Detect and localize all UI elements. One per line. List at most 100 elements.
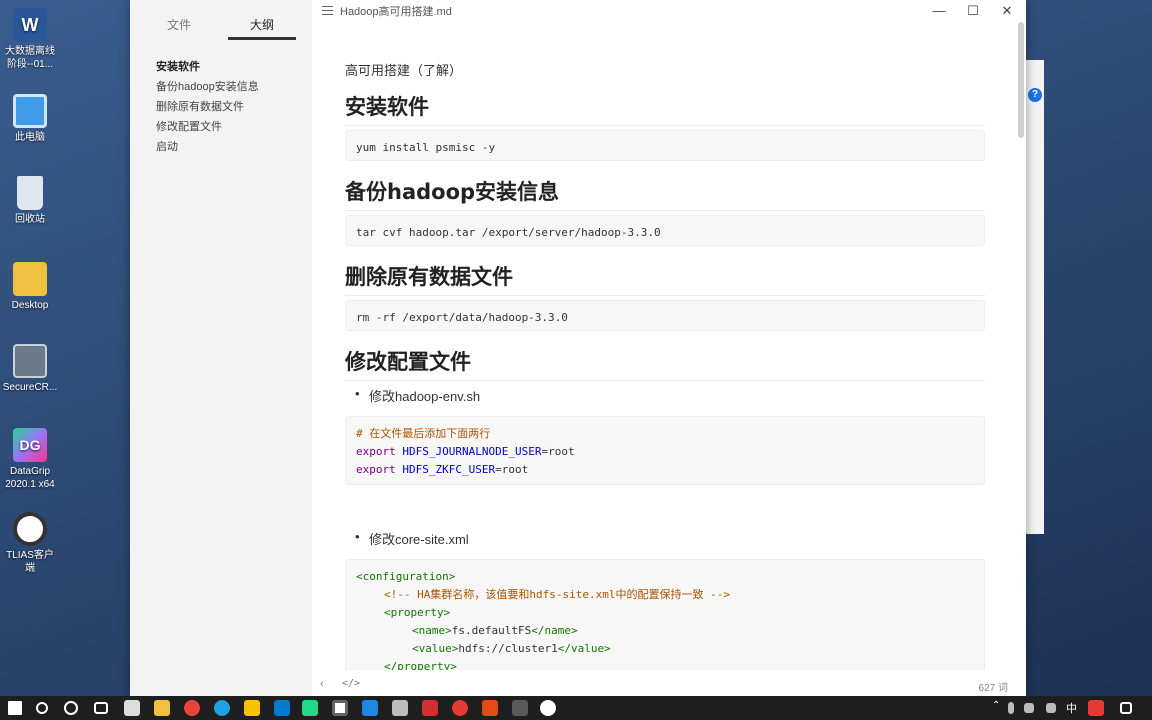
pycharm-icon[interactable] (302, 700, 318, 716)
code-variable: HDFS_JOURNALNODE_USER (402, 445, 542, 458)
edge-icon[interactable] (214, 700, 230, 716)
notification-icon[interactable] (1120, 702, 1132, 714)
code-variable: HDFS_ZKFC_USER (402, 463, 496, 476)
vscode-icon[interactable] (274, 700, 290, 716)
folder-icon (13, 262, 47, 296)
app-icon[interactable] (452, 700, 468, 716)
xml-tag: </value> (557, 642, 611, 655)
heading-backup: 备份hadoop安装信息 (345, 176, 985, 211)
app-icon[interactable] (540, 700, 556, 716)
file-explorer-icon[interactable] (154, 700, 170, 716)
task-view-icon[interactable] (94, 702, 108, 714)
desktop-icon-label: 大数据离线阶段--01... (5, 46, 55, 70)
word-count[interactable]: 627 词 (979, 679, 1008, 694)
code-line: yum install psmisc -y (356, 141, 496, 154)
app-icon[interactable] (392, 700, 408, 716)
maximize-button[interactable]: ☐ (956, 0, 990, 22)
cortana-icon[interactable] (64, 701, 78, 715)
wps-icon[interactable] (422, 700, 438, 716)
code-keyword: export (356, 463, 396, 476)
typora-icon[interactable] (332, 700, 348, 716)
volume-icon[interactable] (1046, 703, 1056, 713)
desktop-icon-desktop-folder[interactable]: Desktop (2, 262, 58, 312)
code-block-backup[interactable]: tar cvf hadoop.tar /export/server/hadoop… (345, 215, 985, 246)
intro-paragraph: 高可用搭建（了解） (345, 63, 463, 78)
windows-start-icon[interactable] (8, 701, 22, 715)
code-comment: # 在文件最后添加下面两行 (356, 427, 491, 440)
desktop-icon-datagrip[interactable]: DG DataGrip 2020.1 x64 (2, 428, 58, 491)
xml-tag: <name> (412, 624, 452, 637)
app-icon[interactable] (512, 700, 528, 716)
desktop-icon-this-pc[interactable]: 此电脑 (2, 94, 58, 144)
status-bar: ‹ </> 627 词 (312, 674, 1026, 696)
desktop-icon-label: SecureCR... (2, 382, 58, 393)
xml-text: fs.defaultFS (451, 624, 532, 637)
heading-delete: 删除原有数据文件 (345, 261, 985, 296)
recycle-bin-icon (17, 176, 43, 210)
taskbar: ⌃ 中 (0, 696, 1152, 720)
tray-chevron-icon[interactable]: ⌃ (992, 700, 1000, 711)
desktop-icon-recycle-bin[interactable]: 回收站 (2, 176, 58, 226)
search-icon[interactable] (36, 702, 48, 714)
code-line: rm -rf /export/data/hadoop-3.3.0 (356, 311, 568, 324)
editor-content[interactable]: 高可用搭建（了解） 安装软件 yum install psmisc -y 备份h… (345, 44, 985, 670)
sogou-icon[interactable] (1088, 700, 1104, 716)
bullet-core: 修改core-site.xml (355, 529, 469, 548)
app-icon[interactable] (244, 700, 260, 716)
scrollbar-thumb[interactable] (1018, 22, 1024, 138)
datagrip-icon: DG (13, 428, 47, 462)
code-value: =root (541, 445, 575, 458)
code-block-core-site[interactable]: <configuration> <!-- HA集群名称，该值要和hdfs-sit… (345, 559, 985, 670)
xmind-icon[interactable] (482, 700, 498, 716)
xml-line: </property> (384, 660, 457, 670)
xml-tag: </name> (531, 624, 578, 637)
back-icon[interactable]: ‹ (320, 678, 324, 690)
desktop-icon-label: 回收站 (15, 214, 45, 225)
code-keyword: export (356, 445, 396, 458)
bullet-core-text: 修改core-site.xml (369, 532, 469, 547)
desktop-icon-label: TLIAS客户端 (6, 550, 54, 574)
code-block-install[interactable]: yum install psmisc -y (345, 130, 985, 161)
store-icon[interactable] (124, 700, 140, 716)
outline-item-config[interactable]: 修改配置文件 (156, 117, 259, 137)
desktop-icon-word-doc[interactable]: W 大数据离线阶段--01... (2, 8, 58, 71)
menu-icon[interactable] (322, 6, 333, 15)
network-icon[interactable] (1024, 703, 1034, 713)
outline-item-start[interactable]: 启动 (156, 137, 259, 157)
minimize-button[interactable]: — (922, 0, 956, 22)
outline-item-delete[interactable]: 删除原有数据文件 (156, 97, 259, 117)
heading-install: 安装软件 (345, 91, 985, 126)
code-line: tar cvf hadoop.tar /export/server/hadoop… (356, 226, 661, 239)
xml-text: hdfs://cluster1 (458, 642, 558, 655)
chrome-icon[interactable] (184, 700, 200, 716)
desktop-icon-securecrt[interactable]: SecureCR... (2, 344, 58, 394)
sidebar-tabs: 文件 大纲 (130, 12, 312, 42)
desktop-icon-label: DataGrip 2020.1 x64 (5, 466, 55, 490)
computer-icon (13, 94, 47, 128)
outline-item-backup[interactable]: 备份hadoop安装信息 (156, 77, 259, 97)
microphone-icon[interactable] (1008, 702, 1014, 714)
title-bar: Hadoop高可用搭建.md — ☐ ✕ (312, 0, 1026, 22)
tlias-client-icon (13, 512, 47, 546)
xml-line: <property> (384, 606, 451, 619)
window-title: Hadoop高可用搭建.md (340, 6, 452, 18)
bullet-env: 修改hadoop-env.sh (355, 386, 480, 405)
heading-config: 修改配置文件 (345, 346, 985, 381)
code-value: =root (495, 463, 529, 476)
source-mode-icon[interactable]: </> (342, 678, 360, 689)
code-block-env[interactable]: # 在文件最后添加下面两行 export HDFS_JOURNALNODE_US… (345, 416, 985, 485)
tab-files[interactable]: 文件 (145, 12, 213, 40)
app-icon[interactable] (362, 700, 378, 716)
desktop-icon-tlias[interactable]: TLIAS客户端 (2, 512, 58, 575)
ime-indicator[interactable]: 中 (1066, 700, 1077, 716)
bullet-env-text: 修改hadoop-env.sh (369, 389, 481, 404)
help-icon[interactable]: ? (1028, 88, 1042, 102)
sidebar: 文件 大纲 安装软件 备份hadoop安装信息 删除原有数据文件 修改配置文件 … (130, 0, 312, 696)
tab-outline[interactable]: 大纲 (228, 12, 296, 40)
outline-item-install[interactable]: 安装软件 (156, 57, 259, 77)
outline-list: 安装软件 备份hadoop安装信息 删除原有数据文件 修改配置文件 启动 (156, 57, 259, 157)
xml-line: <configuration> (356, 570, 456, 583)
code-block-delete[interactable]: rm -rf /export/data/hadoop-3.3.0 (345, 300, 985, 331)
desktop-icon-label: 此电脑 (15, 132, 45, 143)
close-button[interactable]: ✕ (990, 0, 1024, 22)
